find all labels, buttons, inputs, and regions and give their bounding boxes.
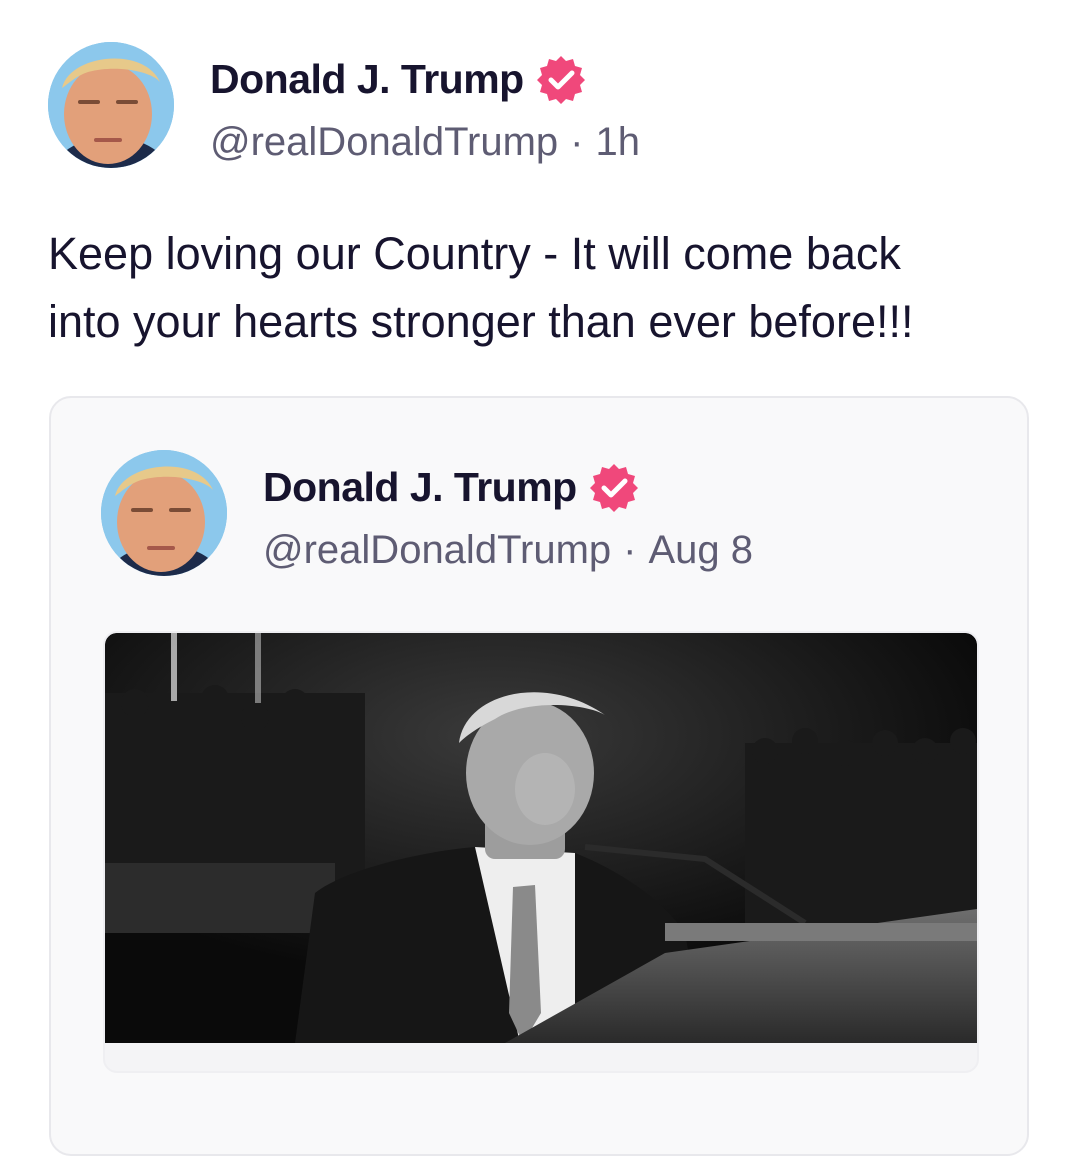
timestamp[interactable]: 1h (595, 120, 640, 164)
display-name[interactable]: Donald J. Trump (210, 56, 524, 103)
separator: · (623, 528, 637, 572)
profile-photo-icon (48, 42, 174, 168)
post: Donald J. Trump @realDonaldTrump · 1h Keep… (0, 0, 1078, 1156)
handle-row: @realDonaldTrump · 1h (210, 120, 640, 165)
display-name-row: Donald J. Trump (210, 54, 586, 104)
quoted-post-header: Donald J. Trump @realDonaldTrump · Aug 8 (101, 450, 1078, 580)
profile-photo-icon (101, 450, 227, 576)
verified-badge-icon (536, 54, 586, 104)
verified-badge-icon (589, 462, 639, 512)
separator: · (570, 120, 584, 164)
quoted-post-card[interactable]: Donald J. Trump @realDonaldTrump · Aug 8 (49, 396, 1029, 1156)
quoted-timestamp[interactable]: Aug 8 (648, 528, 753, 572)
quoted-post-media[interactable] (103, 631, 979, 1073)
post-text: Keep loving our Country - It will come b… (48, 228, 914, 347)
speaker-at-podium-photo-icon (105, 633, 977, 1043)
quoted-author-avatar[interactable] (101, 450, 227, 576)
quoted-handle[interactable]: @realDonaldTrump (263, 528, 611, 572)
quoted-handle-row: @realDonaldTrump · Aug 8 (263, 528, 753, 573)
author-avatar[interactable] (48, 42, 174, 168)
handle[interactable]: @realDonaldTrump (210, 120, 558, 164)
quoted-display-name[interactable]: Donald J. Trump (263, 464, 577, 511)
quoted-display-name-row: Donald J. Trump (263, 462, 639, 512)
post-header: Donald J. Trump @realDonaldTrump · 1h (48, 42, 1028, 172)
